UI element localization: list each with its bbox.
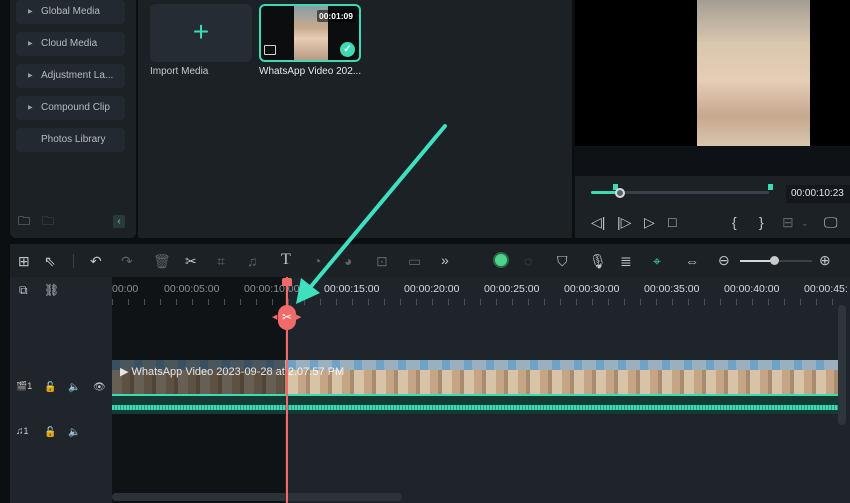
annotation-arrow-shaft xyxy=(306,124,447,292)
annotation-arrow xyxy=(296,124,447,304)
